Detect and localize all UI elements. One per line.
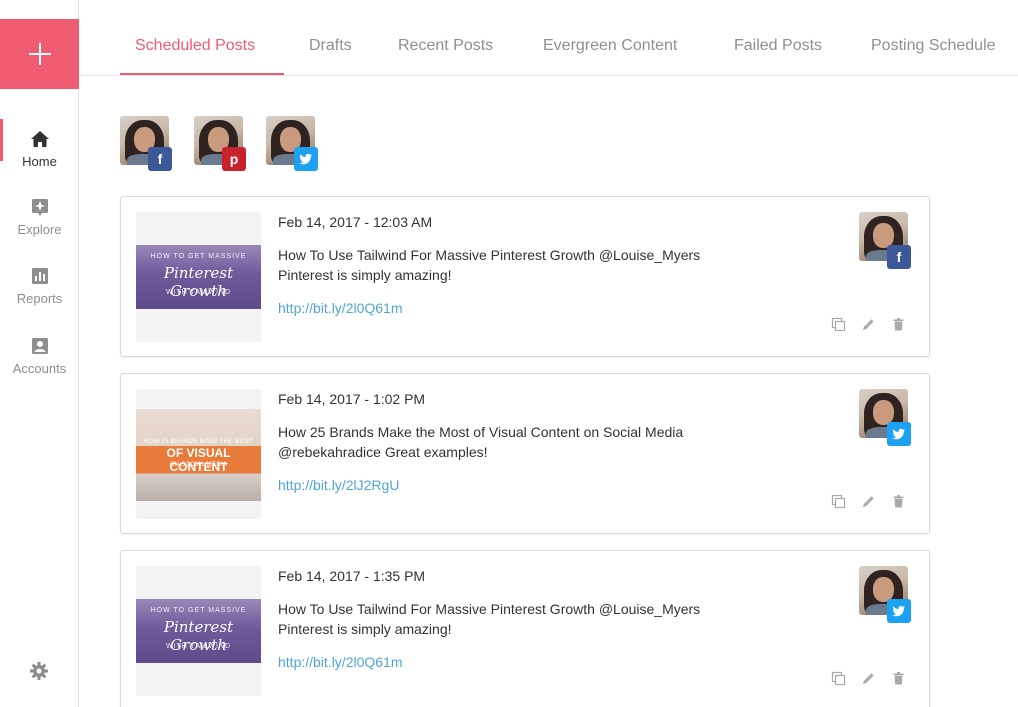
thumbnail-caption-bottom: WITH TAILWIND <box>165 289 232 296</box>
twitter-icon <box>887 422 911 446</box>
post-actions <box>831 671 906 686</box>
home-icon <box>30 131 49 147</box>
twitter-icon <box>887 599 911 623</box>
post-text: How To Use Tailwind For Massive Pinteres… <box>278 245 778 285</box>
trash-icon[interactable] <box>891 494 906 509</box>
thumbnail-caption-top: HOW TO GET MASSIVE <box>150 607 247 614</box>
post-text: How 25 Brands Make the Most of Visual Co… <box>278 422 778 462</box>
tab-recent-posts[interactable]: Recent Posts <box>398 37 493 55</box>
post-link[interactable]: http://bit.ly/2l0Q61m <box>278 654 403 670</box>
post-link[interactable]: http://bit.ly/2l0Q61m <box>278 300 403 316</box>
post-thumbnail: HOW 25 BRANDS MAKE THE MOST OF VISUAL CO… <box>136 389 261 519</box>
accounts-icon <box>31 338 48 354</box>
post-actions <box>831 494 906 509</box>
post-card[interactable]: HOW 25 BRANDS MAKE THE MOST OF VISUAL CO… <box>120 373 930 534</box>
sidebar-item-home[interactable]: Home <box>0 119 79 179</box>
copy-icon[interactable] <box>831 671 846 686</box>
post-date: Feb 14, 2017 - 1:35 PM <box>278 568 426 584</box>
plus-icon <box>28 43 51 65</box>
reports-icon <box>31 268 48 284</box>
pinterest-icon: p <box>222 147 246 171</box>
post-text-line: How 25 Brands Make the Most of Visual Co… <box>278 424 684 440</box>
post-text-line: Pinterest is simply amazing! <box>278 267 452 283</box>
post-text: How To Use Tailwind For Massive Pinteres… <box>278 599 778 639</box>
post-thumbnail: HOW TO GET MASSIVE Pinterest Growth WITH… <box>136 566 261 696</box>
post-card[interactable]: HOW TO GET MASSIVE Pinterest Growth WITH… <box>120 550 930 707</box>
active-tab-indicator <box>120 73 284 75</box>
sidebar-item-reports[interactable]: Reports <box>0 256 79 316</box>
copy-icon[interactable] <box>831 494 846 509</box>
add-post-button[interactable] <box>0 19 79 89</box>
tab-drafts[interactable]: Drafts <box>309 37 352 55</box>
pencil-icon[interactable] <box>861 317 876 332</box>
post-thumbnail: HOW TO GET MASSIVE Pinterest Growth WITH… <box>136 212 261 342</box>
tab-failed-posts[interactable]: Failed Posts <box>734 37 822 55</box>
pencil-icon[interactable] <box>861 671 876 686</box>
tab-evergreen-content[interactable]: Evergreen Content <box>543 37 677 55</box>
thumbnail-caption-top: HOW 25 BRANDS MAKE THE MOST <box>143 439 253 445</box>
trash-icon[interactable] <box>891 317 906 332</box>
sidebar: Home Explore Reports Accounts <box>0 0 79 707</box>
post-actions <box>831 317 906 332</box>
copy-icon[interactable] <box>831 317 846 332</box>
post-account <box>859 389 911 446</box>
sidebar-item-accounts[interactable]: Accounts <box>0 326 79 386</box>
thumbnail-caption-main: OF VISUAL CONTENT <box>166 446 231 474</box>
post-text-line: How To Use Tailwind For Massive Pinteres… <box>278 601 701 617</box>
sidebar-item-explore[interactable]: Explore <box>0 187 79 247</box>
trash-icon[interactable] <box>891 671 906 686</box>
sidebar-item-label: Home <box>22 154 57 169</box>
tab-scheduled-posts[interactable]: Scheduled Posts <box>135 37 255 55</box>
facebook-icon: f <box>887 245 911 269</box>
post-date: Feb 14, 2017 - 1:02 PM <box>278 391 426 407</box>
sidebar-item-label: Reports <box>16 291 63 306</box>
account-filter-pinterest[interactable]: p <box>194 116 246 171</box>
post-text-line: @rebekahradice Great examples! <box>278 444 488 460</box>
account-filter-twitter[interactable] <box>266 116 318 171</box>
sidebar-item-label: Accounts <box>12 361 67 376</box>
post-link[interactable]: http://bit.ly/2lJ2RgU <box>278 477 399 493</box>
pencil-icon[interactable] <box>861 494 876 509</box>
explore-icon <box>31 199 48 216</box>
post-text-line: Pinterest is simply amazing! <box>278 621 452 637</box>
thumbnail-caption-bottom: WITH TAILWIND <box>165 643 232 650</box>
gear-icon[interactable] <box>29 661 49 681</box>
post-account <box>859 566 911 623</box>
post-text-line: How To Use Tailwind For Massive Pinteres… <box>278 247 701 263</box>
tab-posting-schedule[interactable]: Posting Schedule <box>871 37 996 55</box>
facebook-icon: f <box>148 147 172 171</box>
post-account: f <box>859 212 911 269</box>
thumbnail-caption-bottom: ON SOCIAL MEDIA <box>169 462 228 468</box>
sidebar-item-label: Explore <box>17 222 62 237</box>
twitter-icon <box>294 147 318 171</box>
account-filter-facebook[interactable]: f <box>120 116 172 171</box>
post-date: Feb 14, 2017 - 12:03 AM <box>278 214 433 230</box>
post-card[interactable]: HOW TO GET MASSIVE Pinterest Growth WITH… <box>120 196 930 357</box>
thumbnail-caption-top: HOW TO GET MASSIVE <box>150 253 247 260</box>
